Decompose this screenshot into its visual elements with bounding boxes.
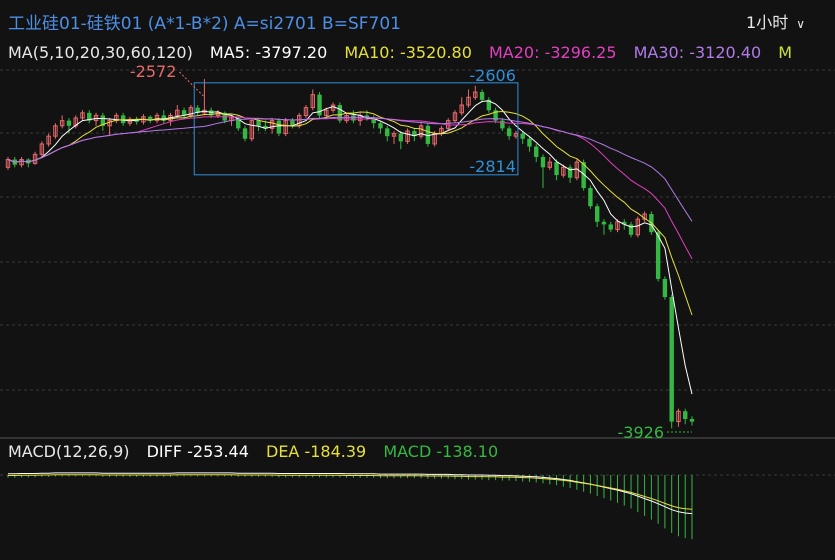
candle-body <box>594 206 600 222</box>
candle-body <box>351 115 356 121</box>
candle-body <box>242 128 248 139</box>
candle-body <box>520 133 525 139</box>
candle-body <box>669 297 674 422</box>
candles <box>5 79 695 429</box>
box-bottom-label: -2814 <box>469 157 516 176</box>
macd-prefix: MACD(12,26,9) <box>8 442 130 461</box>
high-label: -2572 <box>130 62 177 81</box>
candle-body <box>500 120 505 129</box>
candle-body <box>662 278 668 298</box>
candle-body <box>554 162 559 176</box>
low-label: -3926 <box>618 423 665 442</box>
diff-line <box>8 472 693 515</box>
diff-value: DIFF -253.44 <box>146 442 249 461</box>
candle-body <box>506 128 512 137</box>
annotations: -2606 -2814 -2572 -3926 <box>130 62 692 442</box>
macd-panel <box>7 472 693 540</box>
kline-chart[interactable]: -2606 -2814 -2572 -3926 <box>0 0 835 560</box>
candle-body <box>66 120 72 126</box>
candle-body <box>689 419 695 422</box>
candle-body <box>385 128 390 137</box>
ma20-line <box>7 116 693 259</box>
box-top-label: -2606 <box>469 66 516 85</box>
candle-body <box>398 133 403 142</box>
dea-value: DEA -184.39 <box>266 442 367 461</box>
ma10-line <box>7 110 693 316</box>
high-pointer <box>179 71 205 98</box>
candle-body <box>608 224 613 230</box>
candle-body <box>527 138 532 147</box>
candle-body <box>540 156 546 168</box>
macd-value: MACD -138.10 <box>383 442 499 461</box>
ma5-line <box>7 100 693 395</box>
ma-lines <box>7 100 693 395</box>
dea-line <box>8 474 693 510</box>
candle-body <box>601 221 607 225</box>
candle-body <box>683 411 688 420</box>
candle-body <box>534 146 539 157</box>
grid-lines <box>0 69 835 476</box>
macd-legend: MACD(12,26,9) DIFF -253.44 DEA -184.39 M… <box>8 442 510 461</box>
candle-body <box>337 105 343 121</box>
candle-body <box>378 123 383 129</box>
candle-body <box>256 120 261 126</box>
candle-body <box>588 188 593 207</box>
candle-body <box>276 120 282 134</box>
candle-body <box>479 92 485 100</box>
